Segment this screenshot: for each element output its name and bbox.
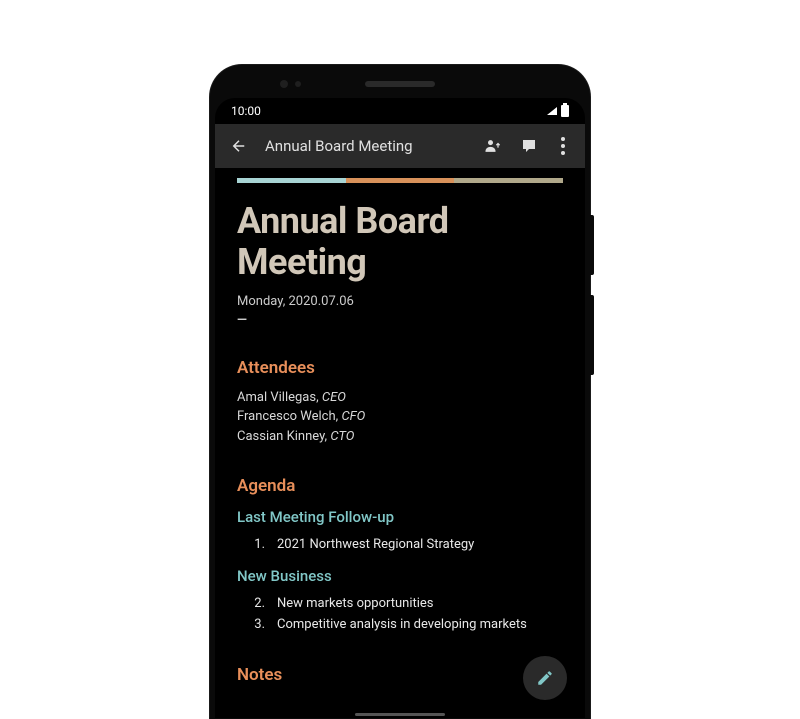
comment-icon[interactable] [519,136,539,156]
nav-handle-icon [355,713,445,716]
edit-fab-button[interactable] [523,656,567,700]
more-icon[interactable] [555,136,571,156]
phone-notch [215,70,585,98]
battery-icon [561,105,569,117]
list-item: 3. Competitive analysis in developing ma… [237,614,563,635]
notes-header: Notes [237,665,563,685]
nav-bar[interactable] [215,710,585,718]
app-bar: Annual Board Meeting [215,124,585,168]
document-date: Monday, 2020.07.06 [237,294,563,309]
list-item: 2. New markets opportunities [237,593,563,614]
phone-side-buttons [590,215,594,375]
attendee-row: Francesco Welch, CFO [237,407,563,427]
phone-screen: 10:00 Annual Board Meeting [215,98,585,718]
app-bar-title: Annual Board Meeting [265,137,467,155]
signal-icon [547,107,557,115]
document-title: Annual Board Meeting [237,201,563,284]
document-content[interactable]: Annual Board Meeting Monday, 2020.07.06 … [215,168,585,718]
agenda-subheader: New Business [237,567,563,585]
agenda-list: 2. New markets opportunities 3. Competit… [237,593,563,635]
attendee-row: Cassian Kinney, CTO [237,427,563,447]
back-icon[interactable] [229,136,249,156]
status-time: 10:00 [231,104,261,118]
share-people-icon[interactable] [483,136,503,156]
status-bar: 10:00 [215,98,585,124]
attendee-row: Amal Villegas, CEO [237,388,563,408]
divider-dash: — [237,313,563,328]
agenda-list: 1. 2021 Northwest Regional Strategy [237,534,563,555]
agenda-header: Agenda [237,476,563,496]
phone-frame: 10:00 Annual Board Meeting [210,65,590,719]
accent-color-bar [237,178,563,183]
list-item: 1. 2021 Northwest Regional Strategy [237,534,563,555]
agenda-subheader: Last Meeting Follow-up [237,508,563,526]
attendees-header: Attendees [237,358,563,378]
